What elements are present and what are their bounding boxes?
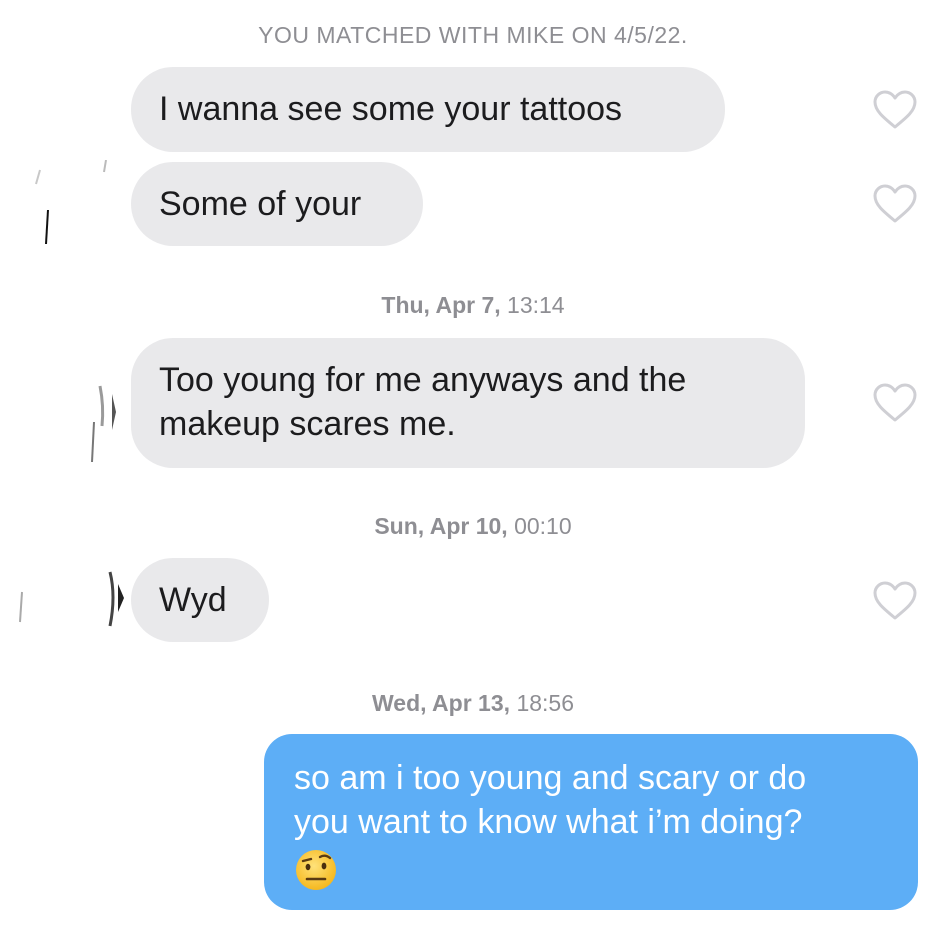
heart-outline-icon[interactable] xyxy=(872,580,918,622)
message-bubble-incoming[interactable]: Some of your xyxy=(131,162,423,246)
timestamp-divider: Sun, Apr 10, 00:10 xyxy=(0,513,946,540)
timestamp-day: Sun, Apr 10, xyxy=(374,513,508,539)
message-text-line: you want to know what i’m doing? xyxy=(294,803,803,841)
avatar[interactable] xyxy=(86,382,126,466)
timestamp-time: 18:56 xyxy=(516,690,574,716)
timestamp-divider: Thu, Apr 7, 13:14 xyxy=(0,292,946,319)
heart-outline-icon[interactable] xyxy=(872,183,918,225)
message-text-line: so am i too young and scary or do xyxy=(294,759,807,797)
message-text: Wyd xyxy=(159,581,227,619)
timestamp-day: Thu, Apr 7, xyxy=(381,292,501,318)
message-text: I wanna see some your tattoos xyxy=(159,90,623,128)
avatar[interactable] xyxy=(20,160,130,250)
timestamp-day: Wed, Apr 13, xyxy=(372,690,511,716)
message-bubble-incoming[interactable]: Too young for me anyways and the makeup … xyxy=(131,338,805,468)
heart-outline-icon[interactable] xyxy=(872,382,918,424)
message-text-line: makeup scares me. xyxy=(159,405,456,443)
message-text: Some of your xyxy=(159,185,362,223)
message-bubble-incoming[interactable]: I wanna see some your tattoos xyxy=(131,67,725,152)
match-header: YOU MATCHED WITH MIKE ON 4/5/22. xyxy=(258,22,688,48)
timestamp-divider: Wed, Apr 13, 18:56 xyxy=(0,690,946,717)
timestamp-time: 13:14 xyxy=(507,292,565,318)
avatar[interactable] xyxy=(12,566,128,636)
message-bubble-incoming[interactable]: Wyd xyxy=(131,558,269,642)
message-bubble-outgoing[interactable]: so am i too young and scary or do you wa… xyxy=(264,734,918,910)
raised-eyebrow-face-emoji xyxy=(296,850,336,891)
message-text-line: Too young for me anyways and the xyxy=(159,361,687,399)
heart-outline-icon[interactable] xyxy=(872,89,918,131)
timestamp-time: 00:10 xyxy=(514,513,572,539)
